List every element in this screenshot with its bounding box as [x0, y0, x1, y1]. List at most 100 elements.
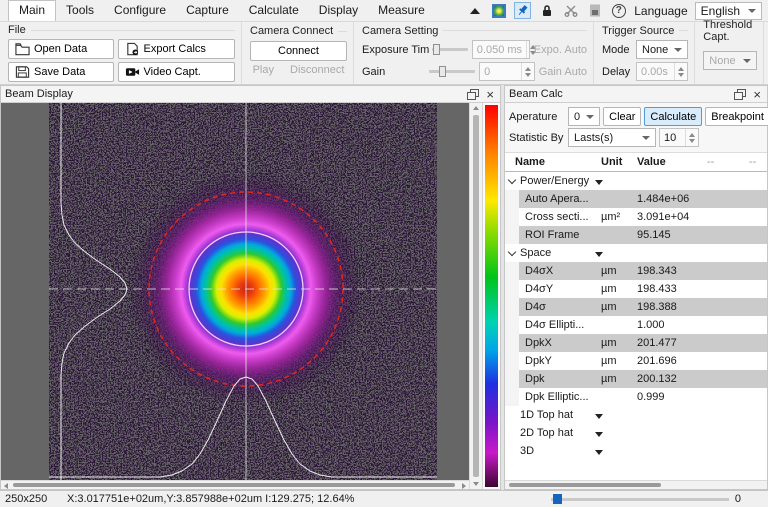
group-dropdown-icon[interactable] — [595, 414, 603, 419]
menu-calculate[interactable]: Calculate — [239, 1, 309, 20]
calc-table-row[interactable]: Dpk Elliptic...0.999 — [505, 388, 767, 406]
scroll-right-icon[interactable] — [462, 483, 466, 489]
beam-view-icon[interactable] — [490, 2, 507, 19]
calc-table-row[interactable]: ROI Frame95.145 — [505, 226, 767, 244]
toolbar: File Open Data Export Calcs Save Data — [0, 22, 768, 85]
menu-display[interactable]: Display — [309, 1, 368, 20]
aperture-select[interactable]: 0 — [568, 107, 600, 126]
help-icon[interactable]: ? — [610, 2, 627, 19]
calc-table-row[interactable]: Cross secti...µm²3.091e+04 — [505, 208, 767, 226]
calc-table-row[interactable]: D4σYµm198.433 — [505, 280, 767, 298]
statistic-by-select[interactable]: Lasts(s) — [568, 128, 656, 147]
cell — [707, 262, 749, 280]
calc-table-row[interactable]: DpkYµm201.696 — [505, 352, 767, 370]
exposure-value-spinner[interactable]: 0.050 ms — [472, 40, 530, 59]
calc-group-row[interactable]: 3D — [505, 442, 767, 460]
status-slider[interactable] — [551, 498, 729, 501]
calc-table-row[interactable]: DpkXµm201.477 — [505, 334, 767, 352]
calc-group-row[interactable]: Space — [505, 244, 767, 262]
calc-table-row[interactable]: Auto Apera...1.484e+06 — [505, 190, 767, 208]
calc-group-row[interactable]: 2D Top hat — [505, 424, 767, 442]
calc-table-row[interactable]: Dpkµm200.132 — [505, 370, 767, 388]
calc-table-row[interactable]: D4σ Ellipti...1.000 — [505, 316, 767, 334]
calc-table-row[interactable]: D4σµm198.388 — [505, 298, 767, 316]
calc-table-row[interactable]: D4σXµm198.343 — [505, 262, 767, 280]
param-name: Cross secti... — [519, 208, 601, 226]
beam-display-hscrollbar[interactable] — [1, 480, 469, 489]
beam-calc-hscrollbar[interactable] — [505, 480, 767, 489]
pin-icon[interactable] — [514, 2, 531, 19]
float-window-icon[interactable] — [734, 89, 745, 99]
menu-measure[interactable]: Measure — [368, 1, 435, 20]
export-calcs-button[interactable]: Export Calcs — [118, 39, 235, 59]
scroll-left-icon[interactable] — [4, 483, 8, 489]
chevron-down-icon — [748, 9, 756, 13]
beam-canvas[interactable] — [1, 103, 469, 480]
param-value: 198.343 — [637, 262, 707, 280]
scissors-icon[interactable] — [562, 2, 579, 19]
report-icon[interactable] — [586, 2, 603, 19]
clear-button[interactable]: Clear — [603, 107, 641, 126]
group-camera-connect-title: Camera Connect — [250, 25, 333, 37]
cell — [505, 226, 519, 244]
group-dropdown-icon[interactable] — [595, 252, 603, 257]
expo-auto-button[interactable]: Expo. Auto — [534, 44, 587, 56]
open-data-button[interactable]: Open Data — [8, 39, 114, 59]
menu-capture[interactable]: Capture — [176, 1, 239, 20]
menu-configure[interactable]: Configure — [104, 1, 176, 20]
group-dropdown-icon[interactable] — [595, 180, 603, 185]
param-name: Dpk Elliptic... — [519, 388, 601, 406]
calc-group-row[interactable]: 1D Top hat — [505, 406, 767, 424]
close-icon[interactable]: × — [484, 89, 496, 100]
scroll-down-icon[interactable] — [473, 482, 479, 486]
calc-group-row[interactable]: Power/Energy — [505, 172, 767, 190]
beam-display-titlebar[interactable]: Beam Display × — [1, 86, 500, 103]
disconnect-button[interactable]: Disconnect — [282, 64, 352, 76]
threshold-select[interactable]: None — [703, 51, 757, 70]
param-value: 201.696 — [637, 352, 707, 370]
close-icon[interactable]: × — [751, 89, 763, 100]
cell — [707, 388, 749, 406]
beam-display-vscrollbar[interactable] — [469, 103, 482, 489]
cell — [749, 280, 767, 298]
exposure-slider[interactable] — [432, 48, 468, 51]
colorbar-container — [482, 103, 500, 489]
param-value: 1.484e+06 — [637, 190, 707, 208]
group-camera-setting-title: Camera Setting — [362, 25, 438, 37]
cell — [505, 316, 519, 334]
beam-calc-titlebar[interactable]: Beam Calc × — [505, 86, 767, 103]
language-select[interactable]: English — [695, 2, 762, 20]
delay-spinner[interactable]: 0.00s — [636, 62, 688, 81]
video-capture-button[interactable]: Video Capt. — [118, 62, 235, 82]
gain-value-spinner[interactable]: 0 — [479, 62, 535, 81]
connect-button[interactable]: Connect — [250, 41, 347, 61]
beam-calc-panel: Beam Calc × Aperature 0 Clear Calculate … — [504, 85, 768, 490]
status-slider-value: 0 — [729, 493, 763, 505]
save-data-button[interactable]: Save Data — [8, 62, 114, 82]
play-button[interactable]: Play — [245, 64, 282, 76]
gain-slider[interactable] — [429, 70, 475, 73]
param-value: 198.433 — [637, 280, 707, 298]
cell — [707, 208, 749, 226]
statistic-count-spinner[interactable]: 10 — [659, 128, 699, 147]
scroll-up-icon[interactable] — [473, 106, 479, 110]
menu-tools[interactable]: Tools — [56, 1, 104, 20]
menu-main[interactable]: Main — [8, 0, 56, 21]
calculate-button[interactable]: Calculate — [644, 107, 702, 126]
gain-auto-button[interactable]: Gain Auto — [539, 66, 587, 78]
float-window-icon[interactable] — [467, 89, 478, 99]
table-header-row[interactable]: Name Unit Value -- -- — [505, 153, 767, 172]
beam-calc-controls: Aperature 0 Clear Calculate Breakpoint S… — [505, 103, 767, 153]
group-dropdown-icon[interactable] — [595, 432, 603, 437]
collapse-toolbar-icon[interactable] — [466, 2, 483, 19]
cell — [749, 262, 767, 280]
beam-image[interactable] — [49, 103, 437, 480]
expander-icon[interactable] — [508, 175, 516, 183]
trigger-mode-select[interactable]: None — [636, 40, 688, 59]
lock-icon[interactable] — [538, 2, 555, 19]
app-window: Main Tools Configure Capture Calculate D… — [0, 0, 768, 507]
group-dropdown-icon[interactable] — [595, 450, 603, 455]
expander-icon[interactable] — [508, 247, 516, 255]
exposure-label: Exposure Tim — [362, 44, 428, 56]
breakpoint-button[interactable]: Breakpoint — [705, 107, 768, 126]
